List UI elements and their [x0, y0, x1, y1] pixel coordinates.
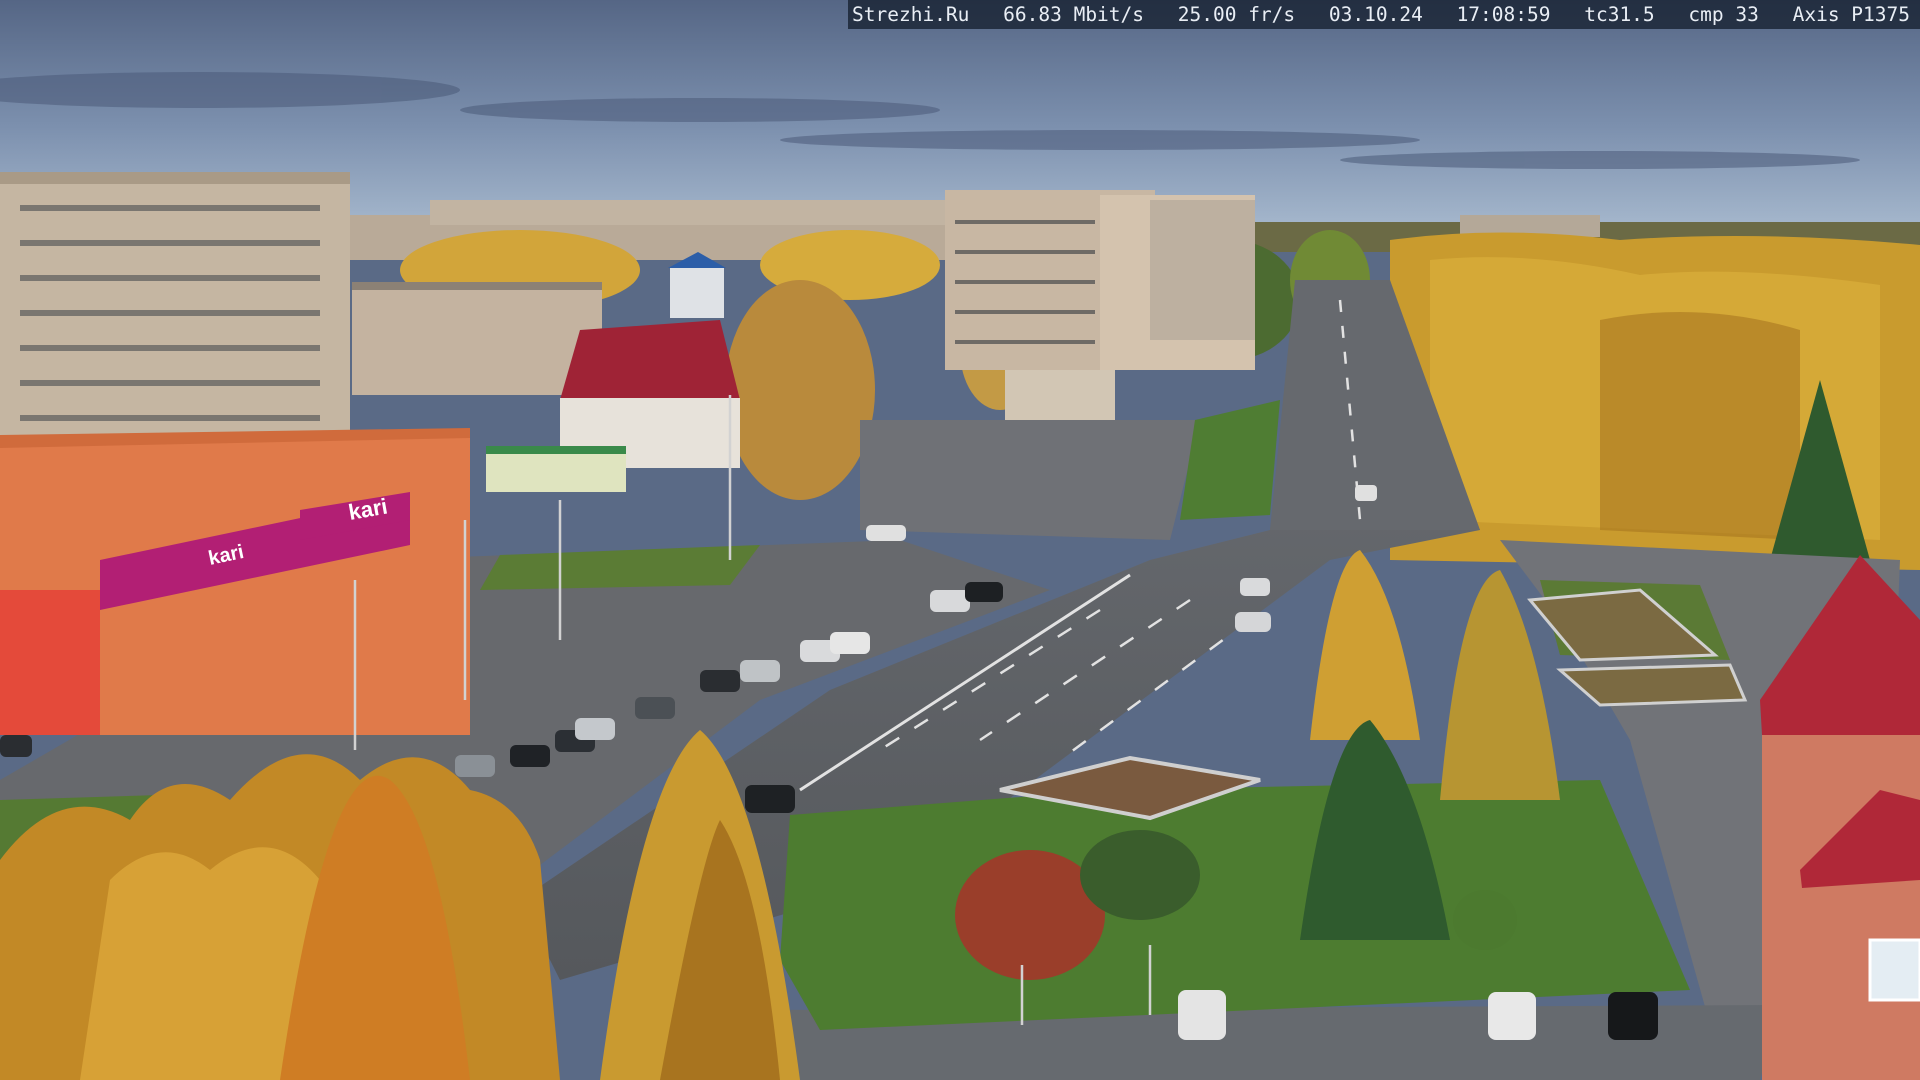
blue-roof-tower [668, 252, 726, 318]
kari-store-building [0, 428, 470, 735]
osd-site: Strezhi.Ru [852, 3, 970, 26]
osd-camera-model: Axis P1375 [1792, 3, 1910, 26]
osd-date: 03.10.24 [1328, 3, 1423, 26]
osd-tc: tc31.5 [1584, 3, 1655, 26]
mid-apartment-building [352, 282, 602, 395]
osd-framerate: 25.00 fr/s [1177, 3, 1296, 26]
kiosk [486, 446, 626, 492]
osd-time: 17:08:59 [1456, 3, 1551, 26]
camera-osd-overlay: Strezhi.Ru 66.83 Mbit/s 25.00 fr/s 03.10… [848, 0, 1920, 29]
osd-cmp: cmp 33 [1688, 3, 1759, 26]
city-street-scene: kari kari [0, 0, 1920, 1080]
webcam-frame: kari kari Strezhi.Ru 66.83 Mbit/s 25.00 … [0, 0, 1920, 1080]
red-roof-building [560, 320, 740, 468]
osd-bitrate: 66.83 Mbit/s [1003, 3, 1145, 26]
